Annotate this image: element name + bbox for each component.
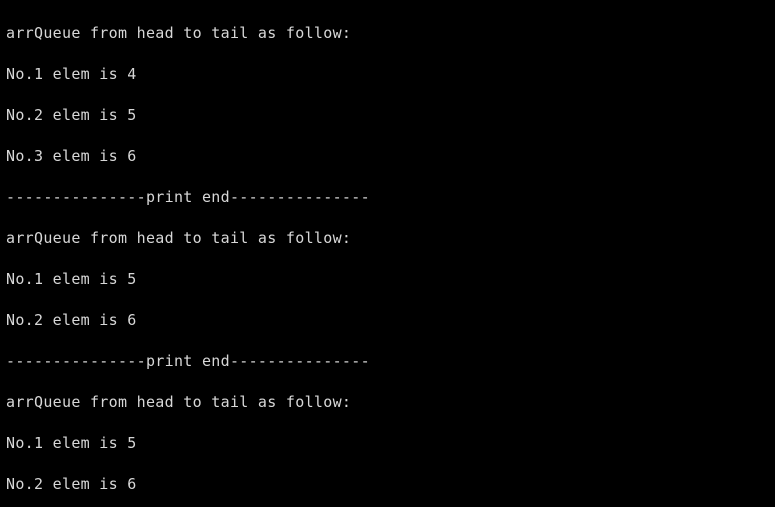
output-line: No.2 elem is 5 [6, 105, 769, 126]
output-line: No.2 elem is 6 [6, 310, 769, 331]
output-line: No.2 elem is 6 [6, 474, 769, 495]
output-line: ---------------print end--------------- [6, 187, 769, 208]
output-line: arrQueue from head to tail as follow: [6, 23, 769, 44]
terminal-output[interactable]: arrQueue from head to tail as follow: No… [0, 0, 775, 507]
output-line: No.1 elem is 5 [6, 433, 769, 454]
output-line: No.1 elem is 5 [6, 269, 769, 290]
output-line: No.3 elem is 6 [6, 146, 769, 167]
output-line: arrQueue from head to tail as follow: [6, 392, 769, 413]
output-line: ---------------print end--------------- [6, 351, 769, 372]
output-line: No.1 elem is 4 [6, 64, 769, 85]
output-line: arrQueue from head to tail as follow: [6, 228, 769, 249]
